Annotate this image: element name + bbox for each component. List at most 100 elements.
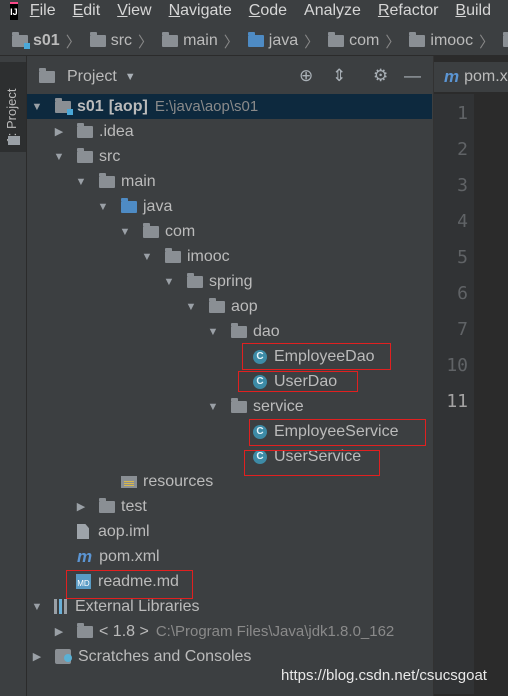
module-folder-icon [55,97,73,115]
chevron-down-icon[interactable]: ▼ [141,251,153,263]
tree-node-idea[interactable]: ▶ .idea [27,119,432,144]
package-icon [165,247,181,263]
chevron-right-icon[interactable]: ▶ [53,625,65,638]
library-icon [54,599,67,614]
chevron-down-icon[interactable]: ▼ [207,401,219,413]
project-tree: ▼ s01 [aop] E:\java\aop\s01 ▶ .idea ▼ sr… [27,94,432,696]
tree-node-employee-dao[interactable]: ▶ C EmployeeDao [27,344,432,369]
menu-bar: IJ File Edit View Navigate Code Analyze … [0,0,508,22]
package-icon [503,32,508,47]
minimize-icon[interactable]: — [404,66,421,86]
chevron-right-icon: 〉 [304,33,320,51]
tree-node-java[interactable]: ▼ java [27,194,432,219]
java-class-icon: C [253,374,267,389]
tree-node-user-service[interactable]: ▶ C UserService [27,444,432,469]
chevron-down-icon[interactable]: ▼ [31,601,43,613]
tree-node-test[interactable]: ▶ test [27,494,432,519]
tree-node-aop[interactable]: ▼ aop [27,294,432,319]
breadcrumb-item-imooc[interactable]: imooc 〉 [407,31,501,52]
breadcrumb-item-com[interactable]: com 〉 [326,31,407,52]
chevron-right-icon: 〉 [65,33,81,51]
tree-node-user-dao[interactable]: ▶ C UserDao [27,369,432,394]
menu-analyze[interactable]: Analyze [304,2,361,20]
menu-build[interactable]: Build [455,2,491,20]
menu-navigate[interactable]: Navigate [169,2,232,20]
chevron-down-icon[interactable]: ▼ [185,301,197,313]
java-class-icon: C [253,449,267,464]
tree-node-com[interactable]: ▼ com [27,219,432,244]
gear-icon[interactable]: ⚙ [373,66,388,86]
folder-icon [77,122,93,138]
line-number: 6 [457,283,468,304]
source-folder-icon [247,32,264,47]
tree-node-aop-iml[interactable]: ▶ aop.iml [27,519,432,544]
package-icon [143,222,159,238]
tree-node-external-libraries[interactable]: ▼ External Libraries [27,594,432,619]
tree-node-dao[interactable]: ▼ dao [27,319,432,344]
folder-icon [39,68,55,83]
breadcrumb-item-src[interactable]: src 〉 [88,31,160,52]
chevron-down-icon[interactable]: ▼ [163,276,175,288]
tree-node-main[interactable]: ▼ main [27,169,432,194]
chevron-down-icon[interactable]: ▼ [53,151,65,163]
package-icon [328,32,345,47]
line-number-current: 11 [446,391,468,412]
chevron-down-icon[interactable]: ▼ [31,101,43,113]
scratches-icon [55,649,72,664]
chevron-right-icon: 〉 [138,33,154,51]
chevron-down-icon[interactable]: ▼ [125,71,136,83]
tree-node-jdk[interactable]: ▶ < 1.8 > C:\Program Files\Java\jdk1.8.0… [27,619,432,644]
tree-node-service[interactable]: ▼ service [27,394,432,419]
module-folder-icon [12,32,30,49]
chevron-down-icon[interactable]: ▼ [207,326,219,338]
menu-refactor[interactable]: Refactor [378,2,438,20]
tree-node-resources[interactable]: ▶ resources [27,469,432,494]
breadcrumb-item-s01[interactable]: s01 〉 [10,31,88,52]
locate-icon[interactable]: ⊕ [299,66,313,86]
project-view-selector[interactable]: Project [67,68,117,86]
editor-tab-pom[interactable]: m pom.x [434,62,508,92]
markdown-file-icon: MD [76,574,91,589]
chevron-down-icon[interactable]: ▼ [75,176,87,188]
menu-code[interactable]: Code [249,2,287,20]
menu-file[interactable]: File [30,2,56,20]
folder-icon [99,172,115,188]
chevron-right-icon: 〉 [385,33,401,51]
tree-node-employee-service[interactable]: ▶ C EmployeeService [27,419,432,444]
package-icon [231,397,247,413]
package-icon [187,272,203,288]
tree-node-scratches[interactable]: ▶ Scratches and Consoles [27,644,432,669]
line-number: 2 [457,139,468,160]
tree-node-spring[interactable]: ▼ spring [27,269,432,294]
editor-area: m pom.x 1 2 3 4 5 6 7 10 11 [433,56,508,696]
maven-icon: m [444,67,460,86]
source-folder-icon [121,197,137,213]
chevron-right-icon[interactable]: ▶ [75,500,87,513]
menu-view[interactable]: View [117,2,151,20]
breadcrumb-item-main[interactable]: main 〉 [160,31,246,52]
line-number: 7 [457,319,468,340]
chevron-right-icon: 〉 [479,33,495,51]
chevron-down-icon[interactable]: ▼ [97,201,109,213]
watermark-url: https://blog.csdn.net/csucsgoat [281,667,487,684]
breadcrumb-item-java[interactable]: java 〉 [246,31,326,52]
chevron-down-icon[interactable]: ▼ [119,226,131,238]
chevron-right-icon: 〉 [223,33,239,51]
folder-icon [99,497,115,513]
tree-node-pom-xml[interactable]: ▶ m pom.xml [27,544,432,569]
tree-node-src[interactable]: ▼ src [27,144,432,169]
tree-node-readme-md[interactable]: ▶ MD readme.md [27,569,432,594]
chevron-right-icon[interactable]: ▶ [31,650,43,663]
tree-node-s01[interactable]: ▼ s01 [aop] E:\java\aop\s01 [27,94,432,119]
line-number: 1 [457,103,468,124]
folder-icon [8,136,20,145]
java-class-icon: C [253,349,267,364]
tree-node-imooc[interactable]: ▼ imooc [27,244,432,269]
package-icon [231,322,247,338]
menu-edit[interactable]: Edit [73,2,101,20]
breadcrumb-item-spring[interactable]: spring [501,32,508,50]
collapse-all-icon[interactable]: ⇕ [332,66,346,86]
java-class-icon: C [253,424,267,439]
folder-icon [89,32,106,47]
chevron-right-icon[interactable]: ▶ [53,125,65,138]
